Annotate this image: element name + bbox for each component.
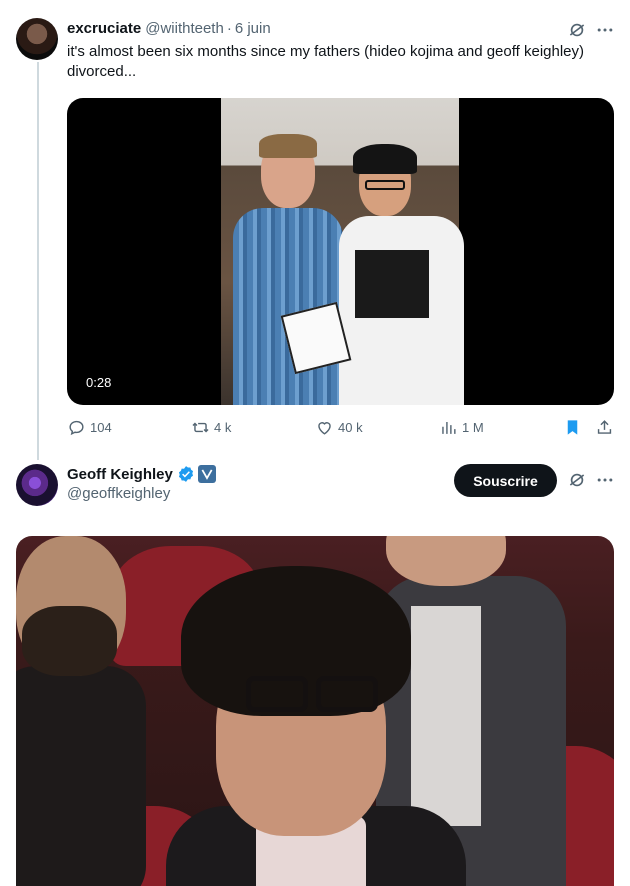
share-button[interactable] [595,418,618,437]
author-name[interactable]: Geoff Keighley [67,466,173,483]
video-person-right [339,144,464,405]
subscribe-button[interactable]: Souscrire [454,464,557,497]
repost-icon [192,422,209,433]
share-icon [597,420,612,434]
bookmark-button[interactable] [563,418,586,437]
tweet-actions: 104 4 k 40 k 1 M [67,418,617,440]
verified-icon [178,466,193,482]
video-player[interactable]: 0:28 [67,98,614,405]
grok-icon[interactable] [565,468,589,492]
author-name[interactable]: excruciate [67,20,141,37]
view-count: 1 M [462,420,484,435]
views-icon [442,421,456,434]
bookmark-icon [567,420,578,435]
tweet-text: it's almost been six months since my fat… [67,43,585,80]
avatar[interactable] [16,464,58,506]
more-icon[interactable] [593,468,617,492]
views-button[interactable]: 1 M [439,418,484,437]
more-icon[interactable] [593,18,617,42]
affiliate-badge-icon[interactable] [197,465,216,483]
repost-count: 4 k [214,420,232,435]
tweet-date[interactable]: 6 juin [235,20,271,37]
avatar[interactable] [16,18,58,60]
separator: · [226,20,232,37]
video-frame [221,98,464,405]
grok-icon[interactable] [565,18,589,42]
author-handle[interactable]: @geoffkeighley [67,485,216,502]
like-count: 40 k [338,420,363,435]
repost-button[interactable]: 4 k [191,418,231,437]
author-handle[interactable]: @wiithteeth [145,20,224,37]
reply-icon [69,420,84,436]
reply-button[interactable]: 104 [67,418,112,437]
tweet-header: excruciate @wiithteeth · 6 juin [67,20,271,37]
reply-count: 104 [90,420,112,435]
tweet-image[interactable] [16,536,614,886]
tweet-header: Geoff Keighley @geoffkeighley [67,465,216,502]
video-duration: 0:28 [80,373,118,392]
heart-icon [318,422,331,435]
like-button[interactable]: 40 k [315,418,363,437]
thread-connector-line [37,62,39,460]
